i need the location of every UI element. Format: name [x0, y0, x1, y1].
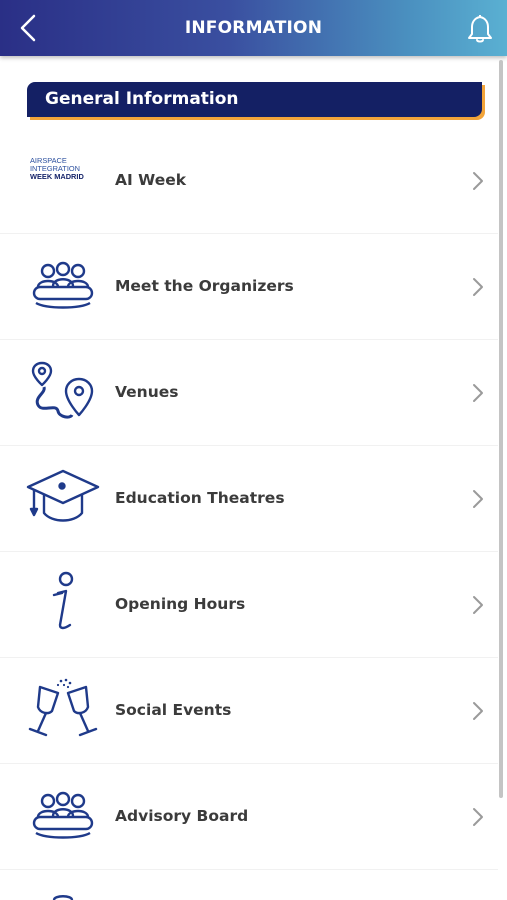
list-item-label: Advisory Board	[115, 807, 249, 825]
chevron-right-icon	[473, 596, 483, 614]
list-item-label: Meet the Organizers	[115, 277, 294, 295]
page-title: INFORMATION	[184, 18, 323, 38]
map-route-icon	[31, 361, 94, 419]
list-item-ai-week[interactable]: AIRSPACE INTEGRATION WEEK MADRID AI Week	[0, 127, 498, 234]
group-icon	[32, 261, 94, 309]
event-logo-icon: AIRSPACE INTEGRATION WEEK MADRID	[30, 156, 84, 181]
next-item-icon-partial	[52, 895, 74, 900]
group-icon	[32, 791, 94, 839]
list-item-label: Opening Hours	[115, 595, 246, 613]
list-item-venues[interactable]: Venues	[0, 339, 498, 446]
chevron-right-icon	[473, 808, 483, 826]
list-item-label: AI Week	[115, 171, 187, 189]
section-title: General Information	[45, 89, 239, 109]
section-header: General Information	[27, 82, 482, 117]
app-header: INFORMATION	[0, 0, 507, 56]
scrollbar[interactable]	[499, 60, 503, 798]
chevron-right-icon	[473, 490, 483, 508]
list-item-meet-organizers[interactable]: Meet the Organizers	[0, 233, 498, 340]
info-icon	[52, 571, 74, 630]
list-item-opening-hours[interactable]: Opening Hours	[0, 551, 498, 658]
bell-icon[interactable]	[465, 12, 495, 44]
list-item-label: Education Theatres	[115, 489, 285, 507]
graduation-cap-icon	[26, 469, 100, 522]
chevron-right-icon	[473, 702, 483, 720]
list-item-advisory-board[interactable]: Advisory Board	[0, 763, 498, 870]
chevron-right-icon	[473, 384, 483, 402]
list-item-label: Venues	[115, 383, 179, 401]
list-item-education-theatres[interactable]: Education Theatres	[0, 445, 498, 552]
chevron-right-icon	[473, 278, 483, 296]
champagne-toast-icon	[28, 678, 98, 737]
chevron-right-icon	[473, 172, 483, 190]
list-item-label: Social Events	[115, 701, 232, 719]
list-item-social-events[interactable]: Social Events	[0, 657, 498, 764]
